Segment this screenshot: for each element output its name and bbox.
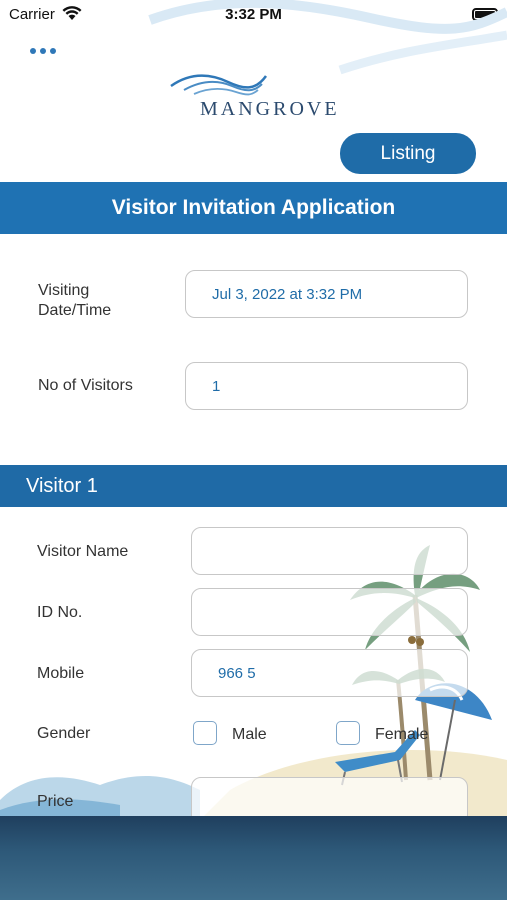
more-dot-icon <box>30 48 36 54</box>
visitors-count-label: No of Visitors <box>38 377 133 394</box>
mobile-field[interactable]: 966 5 <box>191 649 468 697</box>
page-title: Visitor Invitation Application <box>0 182 507 234</box>
gender-label: Gender <box>37 725 91 742</box>
male-option-label: Male <box>232 726 267 743</box>
visitor-section-header: Visitor 1 <box>0 465 507 507</box>
more-menu-button[interactable] <box>30 44 58 58</box>
id-number-field[interactable] <box>191 588 468 636</box>
logo-text: MANGROVE <box>200 98 340 120</box>
listing-button[interactable]: Listing <box>340 133 476 174</box>
more-dot-icon <box>50 48 56 54</box>
pool-illustration <box>0 816 507 900</box>
price-label: Price <box>37 793 74 810</box>
visitors-count-field[interactable]: 1 <box>185 362 468 410</box>
mobile-label: Mobile <box>37 665 85 682</box>
female-checkbox[interactable] <box>336 721 360 745</box>
visitor-name-label: Visitor Name <box>37 543 129 560</box>
female-option-label: Female <box>375 726 429 743</box>
id-number-label: ID No. <box>37 604 83 621</box>
visiting-date-field[interactable]: Jul 3, 2022 at 3:32 PM <box>185 270 468 318</box>
male-checkbox[interactable] <box>193 721 217 745</box>
more-dot-icon <box>40 48 46 54</box>
visitor-name-field[interactable] <box>191 527 468 575</box>
visiting-date-label: Visiting Date/Time <box>38 282 112 319</box>
